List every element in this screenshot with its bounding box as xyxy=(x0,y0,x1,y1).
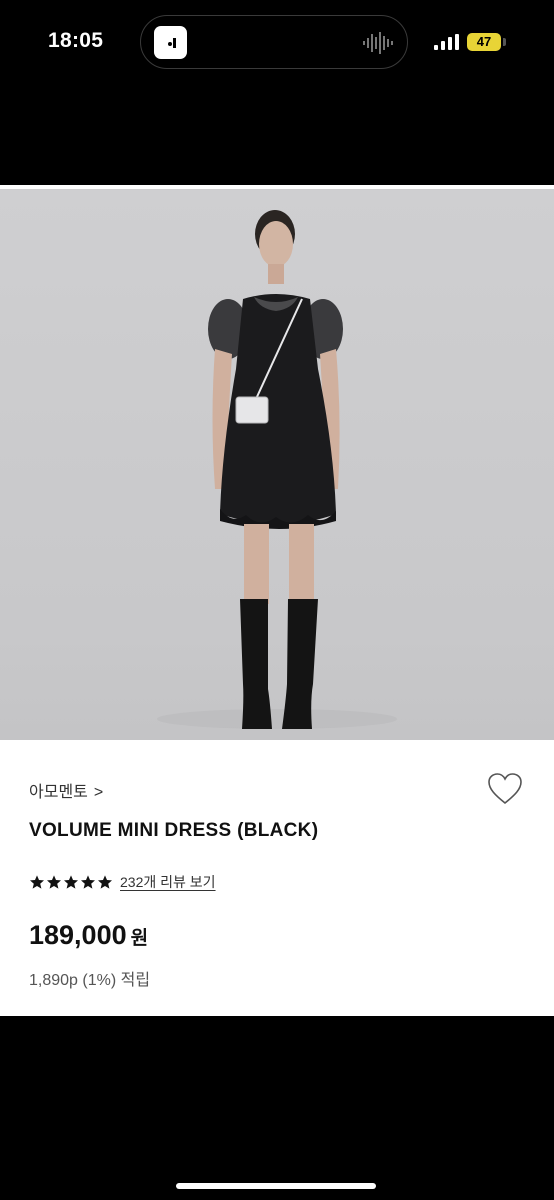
chevron-right-icon: > xyxy=(93,784,104,801)
brand-link[interactable]: 아모멘토 > xyxy=(29,778,103,802)
audio-waveform-icon xyxy=(363,32,393,54)
dynamic-island[interactable] xyxy=(140,15,408,69)
status-time: 18:05 xyxy=(48,29,104,52)
star-filled-icon xyxy=(98,875,112,889)
product-title: VOLUME MINI DRESS (BLACK) xyxy=(29,820,319,841)
star-filled-icon xyxy=(81,875,95,889)
price-value: 189,000 xyxy=(29,920,127,950)
battery-indicator: 47 xyxy=(467,33,501,51)
rating-stars xyxy=(29,874,113,890)
product-info-card: 아모멘토 > VOLUME MINI DRESS (BLACK) 232개 리뷰 … xyxy=(0,740,554,1016)
product-price: 189,000 원 xyxy=(29,920,148,951)
battery-cap xyxy=(503,38,506,46)
star-filled-icon xyxy=(64,875,78,889)
model-photo xyxy=(157,210,397,729)
star-filled-icon xyxy=(47,875,61,889)
star-filled-icon xyxy=(30,875,44,889)
reward-points: 1,890p (1%) 적립 xyxy=(29,972,151,989)
price-unit: 원 xyxy=(130,928,149,949)
product-image[interactable] xyxy=(0,185,554,740)
home-indicator[interactable] xyxy=(176,1183,376,1189)
heart-outline-icon[interactable] xyxy=(487,772,523,806)
brand-name: 아모멘토 xyxy=(29,784,88,801)
status-bar: 18:05 47 xyxy=(0,0,554,185)
cellular-signal-icon xyxy=(434,34,459,50)
review-link[interactable]: 232개 리뷰 보기 xyxy=(120,872,216,892)
app-icon xyxy=(154,26,187,59)
